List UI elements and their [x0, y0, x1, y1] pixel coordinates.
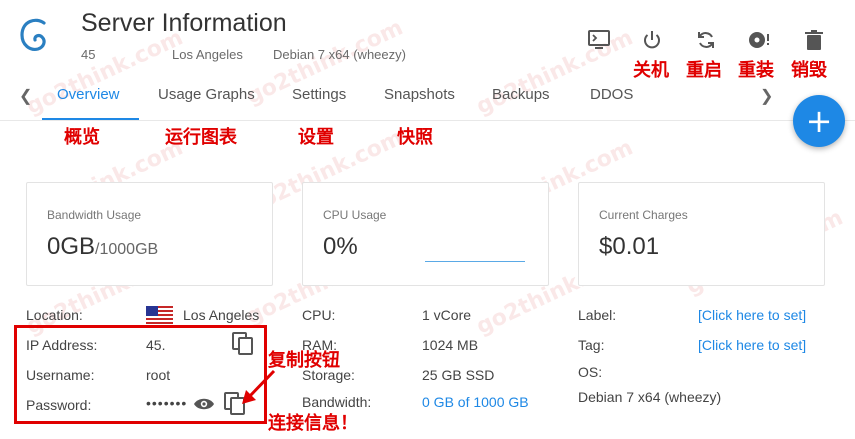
- set-tag-link[interactable]: [Click here to set]: [698, 337, 806, 353]
- tab-overview[interactable]: Overview: [57, 86, 120, 103]
- annotation-power: 关机: [633, 60, 669, 81]
- charges-value: $0.01: [599, 233, 660, 260]
- tag-label: Tag:: [578, 337, 605, 353]
- annotation-destroy: 销毁: [791, 60, 827, 81]
- debian-logo: [14, 15, 56, 57]
- console-icon[interactable]: [585, 26, 613, 54]
- annotation-reinstall: 重装: [738, 60, 774, 81]
- cpu-cores-value: 1 vCore: [422, 307, 472, 323]
- bandwidth-total: /1000GB: [95, 241, 159, 258]
- tab-scroll-left-icon[interactable]: ❮: [19, 86, 32, 106]
- charges-caption: Current Charges: [599, 208, 688, 222]
- tab-divider: [0, 120, 855, 121]
- bandwidth-value: 0GB/1000GB: [47, 233, 158, 261]
- ram-value: 1024 MB: [422, 337, 479, 353]
- trash-icon[interactable]: [800, 26, 828, 54]
- tab-ddos[interactable]: DDOS: [590, 86, 633, 103]
- tab-usage-graphs[interactable]: Usage Graphs: [158, 86, 255, 103]
- annotation-snapshots: 快照: [397, 127, 433, 148]
- add-button[interactable]: +: [793, 95, 845, 147]
- annotation-graphs: 运行图表: [165, 127, 237, 148]
- connection-info-highlight: [14, 325, 267, 424]
- page-title: Server Information: [81, 9, 287, 37]
- bandwidth-caption: Bandwidth Usage: [47, 208, 142, 222]
- annotation-arrow-icon: [240, 368, 278, 411]
- os-value: Debian 7 x64 (wheezy): [578, 389, 722, 405]
- restart-icon[interactable]: [692, 26, 720, 54]
- tab-snapshots[interactable]: Snapshots: [384, 86, 455, 103]
- server-location: Los Angeles: [172, 47, 243, 62]
- cpu-caption: CPU Usage: [323, 208, 387, 222]
- bandwidth-card: Bandwidth Usage 0GB/1000GB: [26, 182, 273, 286]
- ram-label: RAM:: [302, 337, 337, 353]
- annotation-settings: 设置: [298, 127, 334, 148]
- bandwidth-used: 0GB: [47, 233, 96, 260]
- annotation-connect-info: 连接信息！: [268, 413, 358, 434]
- power-icon[interactable]: [638, 26, 666, 54]
- reinstall-icon[interactable]: [745, 26, 773, 54]
- cpu-sparkline: [425, 261, 525, 262]
- annotation-overview: 概览: [64, 127, 100, 148]
- storage-value: 25 GB SSD: [422, 367, 495, 383]
- cpu-card: CPU Usage 0%: [302, 182, 549, 286]
- server-id: 45: [81, 47, 96, 62]
- cpu-value: 0%: [323, 233, 358, 260]
- cpu-label: CPU:: [302, 307, 336, 323]
- tab-settings[interactable]: Settings: [292, 86, 346, 103]
- tab-backups[interactable]: Backups: [492, 86, 550, 103]
- charges-card: Current Charges $0.01: [578, 182, 825, 286]
- annotation-restart: 重启: [686, 60, 722, 81]
- storage-label: Storage:: [302, 367, 355, 383]
- location-label: Location:: [26, 307, 83, 323]
- bandwidth-link[interactable]: 0 GB of 1000 GB: [422, 394, 529, 410]
- active-tab-indicator: [42, 118, 139, 120]
- tab-scroll-right-icon[interactable]: ❯: [760, 86, 773, 106]
- server-os: Debian 7 x64 (wheezy): [273, 47, 406, 62]
- bandwidth-label: Bandwidth:: [302, 394, 372, 410]
- label-label: Label:: [578, 307, 617, 323]
- location-value: Los Angeles: [183, 307, 260, 323]
- os-label: OS:: [578, 364, 603, 380]
- set-label-link[interactable]: [Click here to set]: [698, 307, 806, 323]
